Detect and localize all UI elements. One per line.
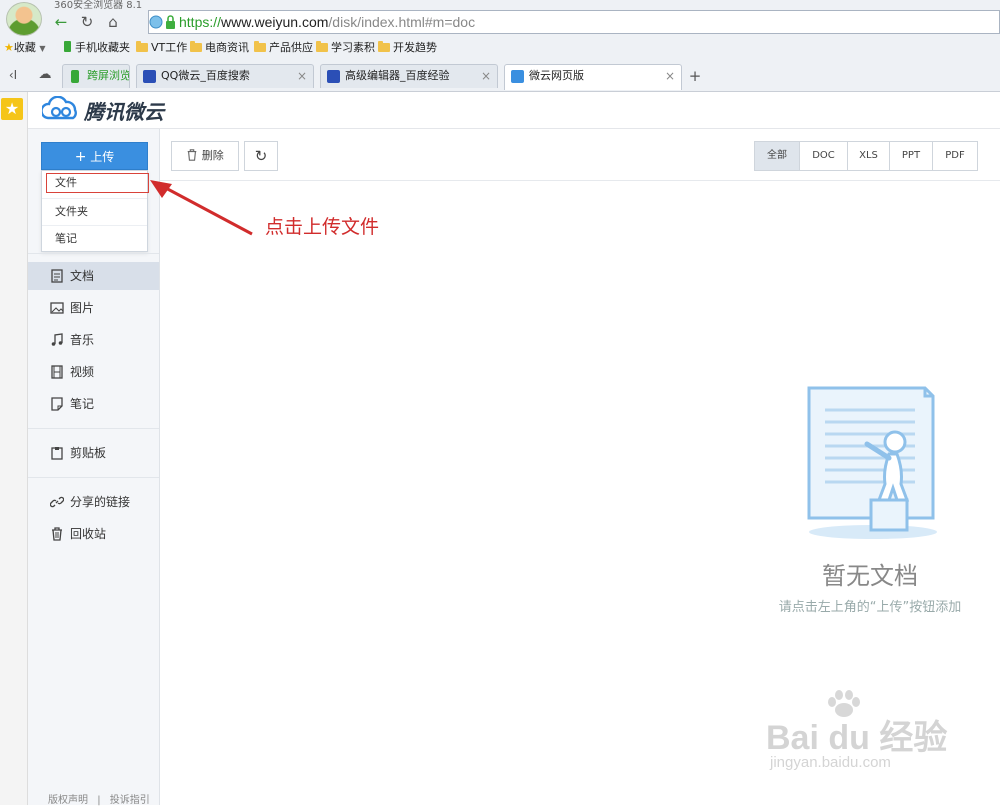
title-bar: 360安全浏览器 8.1 (0, 0, 1000, 11)
filter-ppt[interactable]: PPT (890, 141, 933, 171)
upload-folder-item[interactable]: 文件夹 (42, 199, 147, 225)
filter-all[interactable]: 全部 (754, 141, 800, 171)
sidebar-item-shared-links[interactable]: 分享的链接 (28, 488, 159, 516)
bookmark-mobile[interactable]: 手机收藏夹 (64, 40, 130, 56)
tab-cross-screen[interactable]: 跨屏浏览 (62, 64, 130, 88)
filter-xls[interactable]: XLS (848, 141, 890, 171)
bookmarks-bar: ★收藏 ▼ 手机收藏夹 VT工作 电商资讯 产品供应 学习素积 开发趋势 (0, 37, 1000, 59)
cloud-icon[interactable]: ☁ (34, 64, 56, 86)
new-tab-icon[interactable]: + (684, 65, 706, 87)
back-arrow-icon[interactable]: ← (50, 11, 72, 33)
logo-text: 腾讯微云 (84, 100, 164, 124)
sidebar-item-clipboard[interactable]: 剪贴板 (28, 439, 159, 467)
complaint-link[interactable]: 投诉指引 (110, 795, 150, 806)
empty-document-illustration (807, 386, 937, 539)
trash-icon (52, 527, 62, 541)
plus-icon: + (74, 149, 87, 165)
delete-button[interactable]: 删除 (171, 141, 239, 171)
trash-icon (187, 149, 197, 161)
sidebar-item-music[interactable]: 音乐 (28, 326, 159, 354)
refresh-icon: ↻ (254, 147, 268, 165)
baidu-paw-icon (327, 70, 340, 83)
user-avatar[interactable] (6, 2, 42, 36)
upload-note-item[interactable]: 笔记 (42, 226, 147, 252)
empty-state-title: 暂无文档 (822, 562, 918, 590)
baidu-watermark: Bai du 经验 jingyan.baidu.com (766, 690, 948, 780)
phone-icon (64, 41, 71, 52)
copyright-link[interactable]: 版权声明 (48, 795, 88, 806)
footer-separator: | (97, 795, 101, 806)
refresh-button[interactable]: ↻ (244, 141, 278, 171)
address-bar[interactable]: https://www.weiyun.com/disk/index.html#m… (148, 10, 1000, 34)
upload-dropdown: 文件 文件夹 笔记 (41, 170, 149, 252)
toolbar: 删除 ↻ 全部 DOC XLS PPT PDF (160, 129, 1000, 181)
bookmark-products[interactable]: 产品供应 (254, 40, 313, 56)
bookmark-vt[interactable]: VT工作 (136, 40, 187, 56)
close-icon[interactable]: × (665, 65, 675, 87)
music-icon (51, 333, 63, 346)
note-icon (51, 397, 63, 411)
phone-icon (71, 70, 79, 83)
sidebar-footer: 版权声明 | 投诉指引 (48, 791, 150, 806)
home-icon[interactable]: ⌂ (102, 11, 124, 33)
tab-baidu-search[interactable]: QQ微云_百度搜索 × (136, 64, 314, 88)
browser-chrome: 360安全浏览器 8.1 ← ↻ ⌂ https://www.weiyun.co… (0, 0, 1000, 92)
sidebar: + 上传 文件 文件夹 笔记 文档 图片 音乐 视频 笔记 剪贴板 分享的链接 (28, 129, 160, 806)
filter-pdf[interactable]: PDF (933, 141, 978, 171)
bookmark-trends[interactable]: 开发趋势 (378, 40, 437, 56)
sidebar-item-documents[interactable]: 文档 (28, 262, 159, 290)
chevron-left-icon[interactable]: ‹I (2, 64, 24, 86)
tab-strip: ‹I ☁ 跨屏浏览 QQ微云_百度搜索 × 高级编辑器_百度经验 × 微云网页版… (0, 62, 1000, 90)
folder-icon (254, 41, 266, 52)
bookmark-favorites[interactable]: ★收藏 ▼ (4, 40, 46, 56)
watermark-url: jingyan.baidu.com (770, 754, 891, 771)
folder-icon (316, 41, 328, 52)
document-icon (51, 269, 63, 283)
clipboard-icon (51, 447, 63, 460)
link-icon (50, 496, 64, 508)
watermark-text: Bai du 经验 (766, 719, 948, 757)
empty-state-hint: 请点击左上角的“上传”按钮添加 (778, 600, 962, 615)
filter-doc[interactable]: DOC (800, 141, 848, 171)
refresh-icon[interactable]: ↻ (76, 11, 98, 33)
folder-icon (136, 41, 148, 52)
favorites-strip: ★ (0, 92, 28, 805)
secure-lock-icon (149, 15, 175, 29)
baidu-paw-icon (143, 70, 156, 83)
bookmark-ecommerce[interactable]: 电商资讯 (190, 40, 249, 56)
star-icon[interactable]: ★ (1, 98, 23, 120)
chevron-down-icon: ▼ (39, 44, 46, 53)
image-icon (50, 302, 64, 314)
bookmark-study[interactable]: 学习素积 (316, 40, 375, 56)
tab-baidu-editor[interactable]: 高级编辑器_百度经验 × (320, 64, 498, 88)
sidebar-item-video[interactable]: 视频 (28, 358, 159, 386)
upload-button[interactable]: + 上传 (41, 142, 148, 170)
folder-icon (378, 41, 390, 52)
weiyun-icon (511, 70, 524, 83)
navigation-bar: ← ↻ ⌂ https://www.weiyun.com/disk/index.… (46, 9, 1000, 35)
sidebar-item-images[interactable]: 图片 (28, 294, 159, 322)
sidebar-item-notes[interactable]: 笔记 (28, 390, 159, 418)
tab-weiyun[interactable]: 微云网页版 × (504, 64, 682, 90)
app-header: 腾讯微云 (28, 92, 1000, 129)
video-icon (51, 365, 63, 379)
upload-file-item[interactable]: 文件 (46, 173, 149, 193)
annotation-arrow-icon (150, 180, 253, 236)
divider (28, 477, 159, 478)
divider (28, 428, 159, 429)
url-text: https://www.weiyun.com/disk/index.html#m… (179, 14, 476, 30)
close-icon[interactable]: × (297, 65, 307, 87)
folder-icon (190, 41, 202, 52)
close-icon[interactable]: × (481, 65, 491, 87)
divider (28, 253, 159, 254)
star-icon: ★ (4, 41, 14, 54)
annotation-text: 点击上传文件 (265, 216, 380, 238)
sidebar-item-recycle-bin[interactable]: 回收站 (28, 520, 159, 548)
weiyun-logo-icon[interactable] (42, 96, 82, 124)
